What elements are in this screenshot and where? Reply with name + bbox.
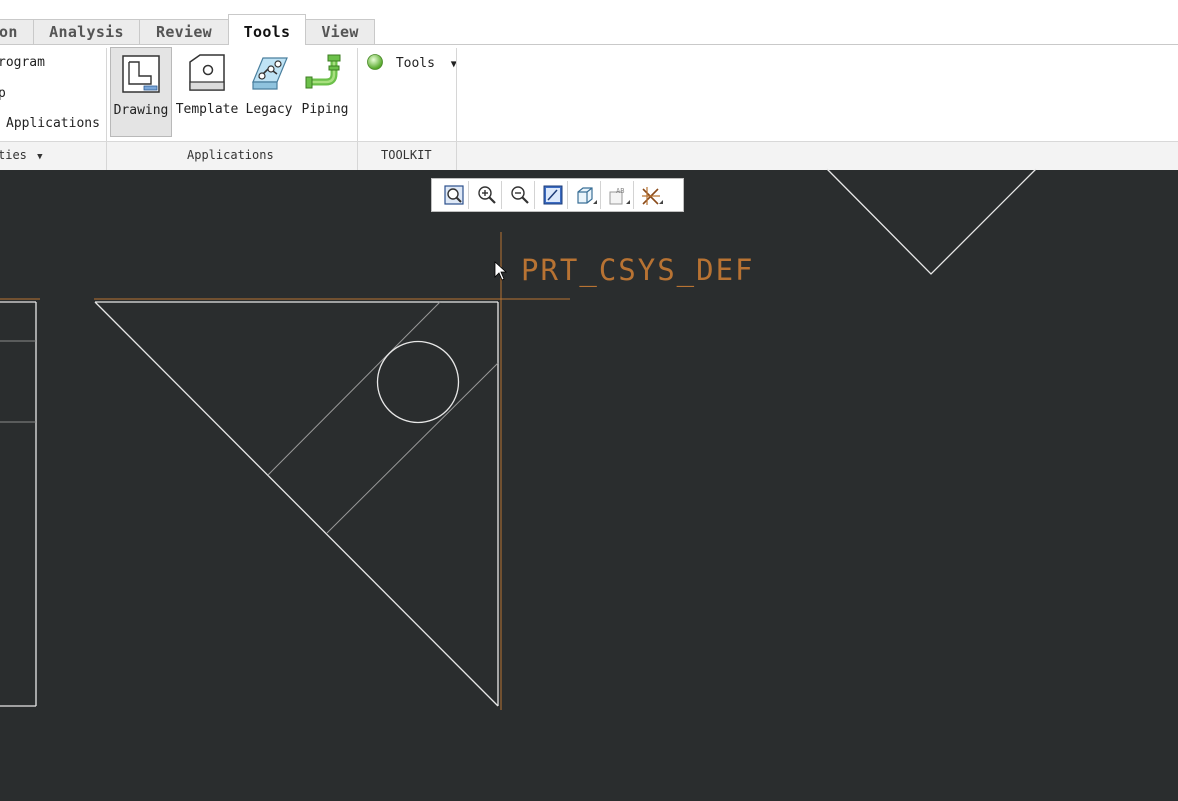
zoom-in-icon (477, 186, 496, 204)
drawing-button[interactable]: Drawing (110, 47, 172, 137)
tab-application[interactable]: on (0, 19, 34, 44)
graphics-toolbar: AB (431, 178, 684, 212)
ribbon-group-labels: ties ▼ Applications TOOLKIT (0, 141, 1178, 170)
template-button[interactable]: Template (176, 47, 238, 137)
piping-button[interactable]: Piping (294, 47, 356, 137)
drawing-button-label: Drawing (113, 103, 169, 118)
left-group-item-p[interactable]: p (0, 86, 6, 101)
csys-label[interactable]: PRT_CSYS_DEF (521, 253, 755, 287)
datum-display-icon (642, 187, 663, 205)
chevron-down-icon: ▼ (37, 152, 43, 162)
datum-display-button[interactable] (637, 181, 667, 209)
refit-button[interactable] (439, 181, 469, 209)
view-orientation-button[interactable] (571, 181, 601, 209)
tab-tools[interactable]: Tools (228, 14, 306, 45)
zoom-out-icon (510, 186, 529, 204)
group-separator (456, 142, 457, 170)
green-ball-icon (367, 54, 383, 70)
tab-analysis[interactable]: Analysis (33, 19, 140, 44)
annotation-display-icon: AB (609, 187, 630, 205)
group-label-toolkit: TOOLKIT (381, 148, 432, 162)
zoom-in-button[interactable] (472, 181, 502, 209)
view-orientation-icon (576, 187, 597, 204)
legacy-icon (252, 57, 288, 90)
tab-view[interactable]: View (305, 19, 375, 44)
template-icon (189, 54, 225, 91)
ribbon: on Analysis Review Tools View rogram p A… (0, 0, 1178, 170)
ribbon-tab-bar: on Analysis Review Tools View (0, 0, 1178, 45)
zoom-out-button[interactable] (505, 181, 535, 209)
toolkit-tools-label: Tools (395, 56, 435, 71)
group-separator (106, 142, 107, 170)
legacy-button[interactable]: Legacy (238, 47, 300, 137)
group-label-applications: Applications (187, 148, 274, 162)
refit-icon (443, 185, 464, 205)
left-group-item-program[interactable]: rogram (0, 55, 45, 70)
repaint-icon (543, 185, 562, 205)
svg-text:AB: AB (616, 187, 624, 195)
group-label-left[interactable]: ties ▼ (0, 148, 43, 162)
tab-review[interactable]: Review (139, 19, 229, 44)
left-group-item-applications[interactable]: Applications (6, 116, 100, 131)
drawing-icon (122, 55, 160, 93)
group-separator (357, 142, 358, 170)
toolkit-tools-dropdown[interactable]: Tools ▼ (366, 53, 457, 71)
piping-button-label: Piping (301, 102, 349, 117)
piping-icon (305, 54, 341, 89)
repaint-button[interactable] (538, 181, 568, 209)
annotation-display-button[interactable]: AB (604, 181, 634, 209)
